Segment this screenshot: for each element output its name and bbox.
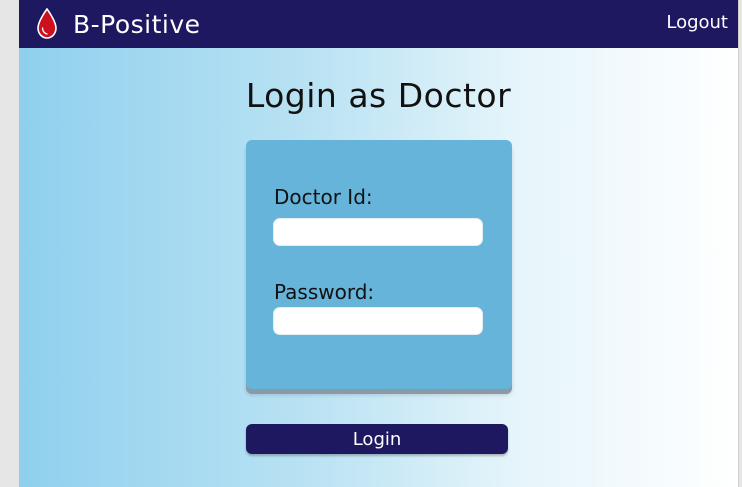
brand-name: B-Positive — [73, 9, 201, 39]
brand[interactable]: B-Positive — [35, 8, 201, 40]
page: B-Positive Logout Login as Doctor Doctor… — [19, 0, 739, 487]
logout-link[interactable]: Logout — [666, 12, 728, 33]
login-form-card: Doctor Id: Password: — [246, 140, 512, 389]
login-button[interactable]: Login — [246, 424, 508, 454]
navbar: B-Positive Logout — [19, 0, 738, 48]
page-title: Login as Doctor — [245, 76, 512, 115]
password-label: Password: — [274, 280, 375, 304]
blood-drop-icon — [37, 8, 57, 39]
doctor-id-label: Doctor Id: — [274, 185, 373, 209]
password-input[interactable] — [273, 307, 483, 335]
doctor-id-input[interactable] — [273, 218, 483, 246]
